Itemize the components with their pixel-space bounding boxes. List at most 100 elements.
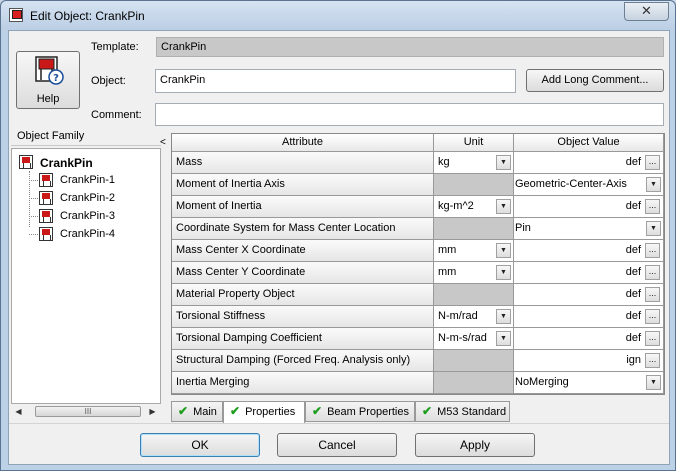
- value-ellipsis-button[interactable]: ...: [645, 243, 660, 258]
- attribute-cell: Moment of Inertia Axis: [172, 174, 434, 196]
- scroll-thumb[interactable]: III: [35, 406, 141, 417]
- cancel-button[interactable]: Cancel: [277, 433, 397, 457]
- unit-cell[interactable]: N-m/rad ▼: [434, 306, 514, 328]
- value-ellipsis-button[interactable]: ...: [645, 199, 660, 214]
- unit-dropdown-icon[interactable]: ▼: [496, 265, 511, 280]
- value-dropdown-icon[interactable]: ▼: [646, 375, 661, 390]
- value-ellipsis-button[interactable]: ...: [645, 155, 660, 170]
- table-row: Mass Center Y Coordinate mm ▼ def...: [172, 262, 666, 284]
- tree-item-label: CrankPin-3: [60, 210, 116, 222]
- object-name-input[interactable]: CrankPin: [155, 69, 516, 93]
- object-value-text: def: [625, 266, 641, 278]
- object-node-icon: [39, 173, 53, 187]
- object-value-cell[interactable]: def...: [514, 262, 664, 284]
- value-ellipsis-button[interactable]: ...: [645, 353, 660, 368]
- table-row: Structural Damping (Forced Freq. Analysi…: [172, 350, 666, 372]
- table-row: Torsional Damping Coefficient N-m-s/rad ▼ d…: [172, 328, 666, 350]
- value-ellipsis-button[interactable]: ...: [645, 287, 660, 302]
- unit-cell: [434, 350, 514, 372]
- unit-cell[interactable]: N-m-s/rad ▼: [434, 328, 514, 350]
- title-bar[interactable]: Edit Object: CrankPin ✕: [1, 1, 675, 29]
- check-icon: ✔: [230, 404, 241, 418]
- collapse-panel-icon[interactable]: <: [160, 137, 170, 149]
- button-separator: [9, 423, 669, 424]
- dialog-client: ? Help Template: CrankPin Object: CrankP…: [8, 30, 670, 465]
- tree-root-label: CrankPin: [40, 156, 93, 170]
- column-header-attribute[interactable]: Attribute: [172, 134, 434, 152]
- tab-properties[interactable]: ✔ Properties: [223, 401, 305, 424]
- app-icon: [9, 8, 23, 22]
- table-row: Inertia Merging NoMerging ▼: [172, 372, 666, 394]
- table-row: Moment of Inertia kg-m^2 ▼ def...: [172, 196, 666, 218]
- unit-value: mm: [438, 266, 457, 278]
- unit-cell[interactable]: kg ▼: [434, 152, 514, 174]
- object-value-cell[interactable]: def...: [514, 328, 664, 350]
- template-label: Template:: [91, 41, 139, 53]
- tab-label: Main: [193, 406, 217, 418]
- unit-dropdown-icon[interactable]: ▼: [496, 243, 511, 258]
- object-value-cell[interactable]: def...: [514, 306, 664, 328]
- column-header-object-value[interactable]: Object Value: [514, 134, 664, 152]
- scroll-right-icon[interactable]: ▶: [147, 406, 158, 417]
- value-dropdown-icon[interactable]: ▼: [646, 177, 661, 192]
- unit-value: N-m/rad: [438, 310, 478, 322]
- scroll-left-icon[interactable]: ◀: [13, 406, 24, 417]
- tab-m53-standard[interactable]: ✔ M53 Standard: [415, 401, 510, 422]
- unit-cell[interactable]: mm ▼: [434, 240, 514, 262]
- object-value-text: ign: [626, 354, 641, 366]
- object-value-cell[interactable]: def...: [514, 284, 664, 306]
- object-value-cell[interactable]: ign...: [514, 350, 664, 372]
- unit-dropdown-icon[interactable]: ▼: [496, 199, 511, 214]
- tree-horizontal-scrollbar[interactable]: ◀ III ▶: [11, 404, 161, 419]
- attribute-cell: Torsional Damping Coefficient: [172, 328, 434, 350]
- close-button[interactable]: ✕: [624, 2, 669, 21]
- check-icon: ✔: [312, 404, 323, 418]
- attribute-cell: Inertia Merging: [172, 372, 434, 394]
- object-node-icon: [39, 191, 53, 205]
- table-row: Coordinate System for Mass Center Locati…: [172, 218, 666, 240]
- object-value-text: NoMerging: [515, 376, 569, 388]
- object-value-cell[interactable]: Geometric-Center-Axis ▼: [514, 174, 664, 196]
- check-icon: ✔: [178, 404, 189, 418]
- tree-connector: [29, 180, 38, 181]
- table-row: Torsional Stiffness N-m/rad ▼ def...: [172, 306, 666, 328]
- object-family-tree: CrankPin CrankPin-1 CrankPin-2 CrankPin-…: [11, 148, 161, 404]
- help-button[interactable]: ? Help: [16, 51, 80, 109]
- column-header-unit[interactable]: Unit: [434, 134, 514, 152]
- attribute-cell: Coordinate System for Mass Center Locati…: [172, 218, 434, 240]
- value-ellipsis-button[interactable]: ...: [645, 309, 660, 324]
- unit-cell[interactable]: mm ▼: [434, 262, 514, 284]
- tree-item-label: CrankPin-2: [60, 192, 116, 204]
- unit-cell: [434, 218, 514, 240]
- object-value-cell[interactable]: def...: [514, 152, 664, 174]
- object-value-cell[interactable]: NoMerging ▼: [514, 372, 664, 394]
- ok-button[interactable]: OK: [140, 433, 260, 457]
- unit-cell[interactable]: kg-m^2 ▼: [434, 196, 514, 218]
- tab-main[interactable]: ✔ Main: [171, 401, 223, 422]
- tab-label: Properties: [245, 406, 296, 418]
- unit-dropdown-icon[interactable]: ▼: [496, 309, 511, 324]
- table-row: Mass kg ▼ def...: [172, 152, 666, 174]
- unit-dropdown-icon[interactable]: ▼: [496, 155, 511, 170]
- value-dropdown-icon[interactable]: ▼: [646, 221, 661, 236]
- object-label: Object:: [91, 75, 126, 87]
- object-value-text: def: [625, 310, 641, 322]
- object-value-text: Pin: [515, 222, 531, 234]
- attribute-cell: Mass Center Y Coordinate: [172, 262, 434, 284]
- template-field: CrankPin: [156, 37, 664, 57]
- object-value-cell[interactable]: Pin ▼: [514, 218, 664, 240]
- object-value-cell[interactable]: def...: [514, 196, 664, 218]
- add-long-comment-button[interactable]: Add Long Comment...: [526, 69, 664, 92]
- unit-dropdown-icon[interactable]: ▼: [496, 331, 511, 346]
- value-ellipsis-button[interactable]: ...: [645, 331, 660, 346]
- attribute-cell: Material Property Object: [172, 284, 434, 306]
- tab-beam-properties[interactable]: ✔ Beam Properties: [305, 401, 415, 422]
- comment-input[interactable]: [155, 103, 664, 126]
- unit-value: N-m-s/rad: [438, 332, 487, 344]
- edit-object-window: Edit Object: CrankPin ✕ ? Help Template:…: [0, 0, 676, 471]
- help-question-icon: ?: [35, 56, 64, 85]
- apply-button[interactable]: Apply: [415, 433, 535, 457]
- object-family-header: Object Family: [11, 130, 161, 146]
- object-value-cell[interactable]: def...: [514, 240, 664, 262]
- value-ellipsis-button[interactable]: ...: [645, 265, 660, 280]
